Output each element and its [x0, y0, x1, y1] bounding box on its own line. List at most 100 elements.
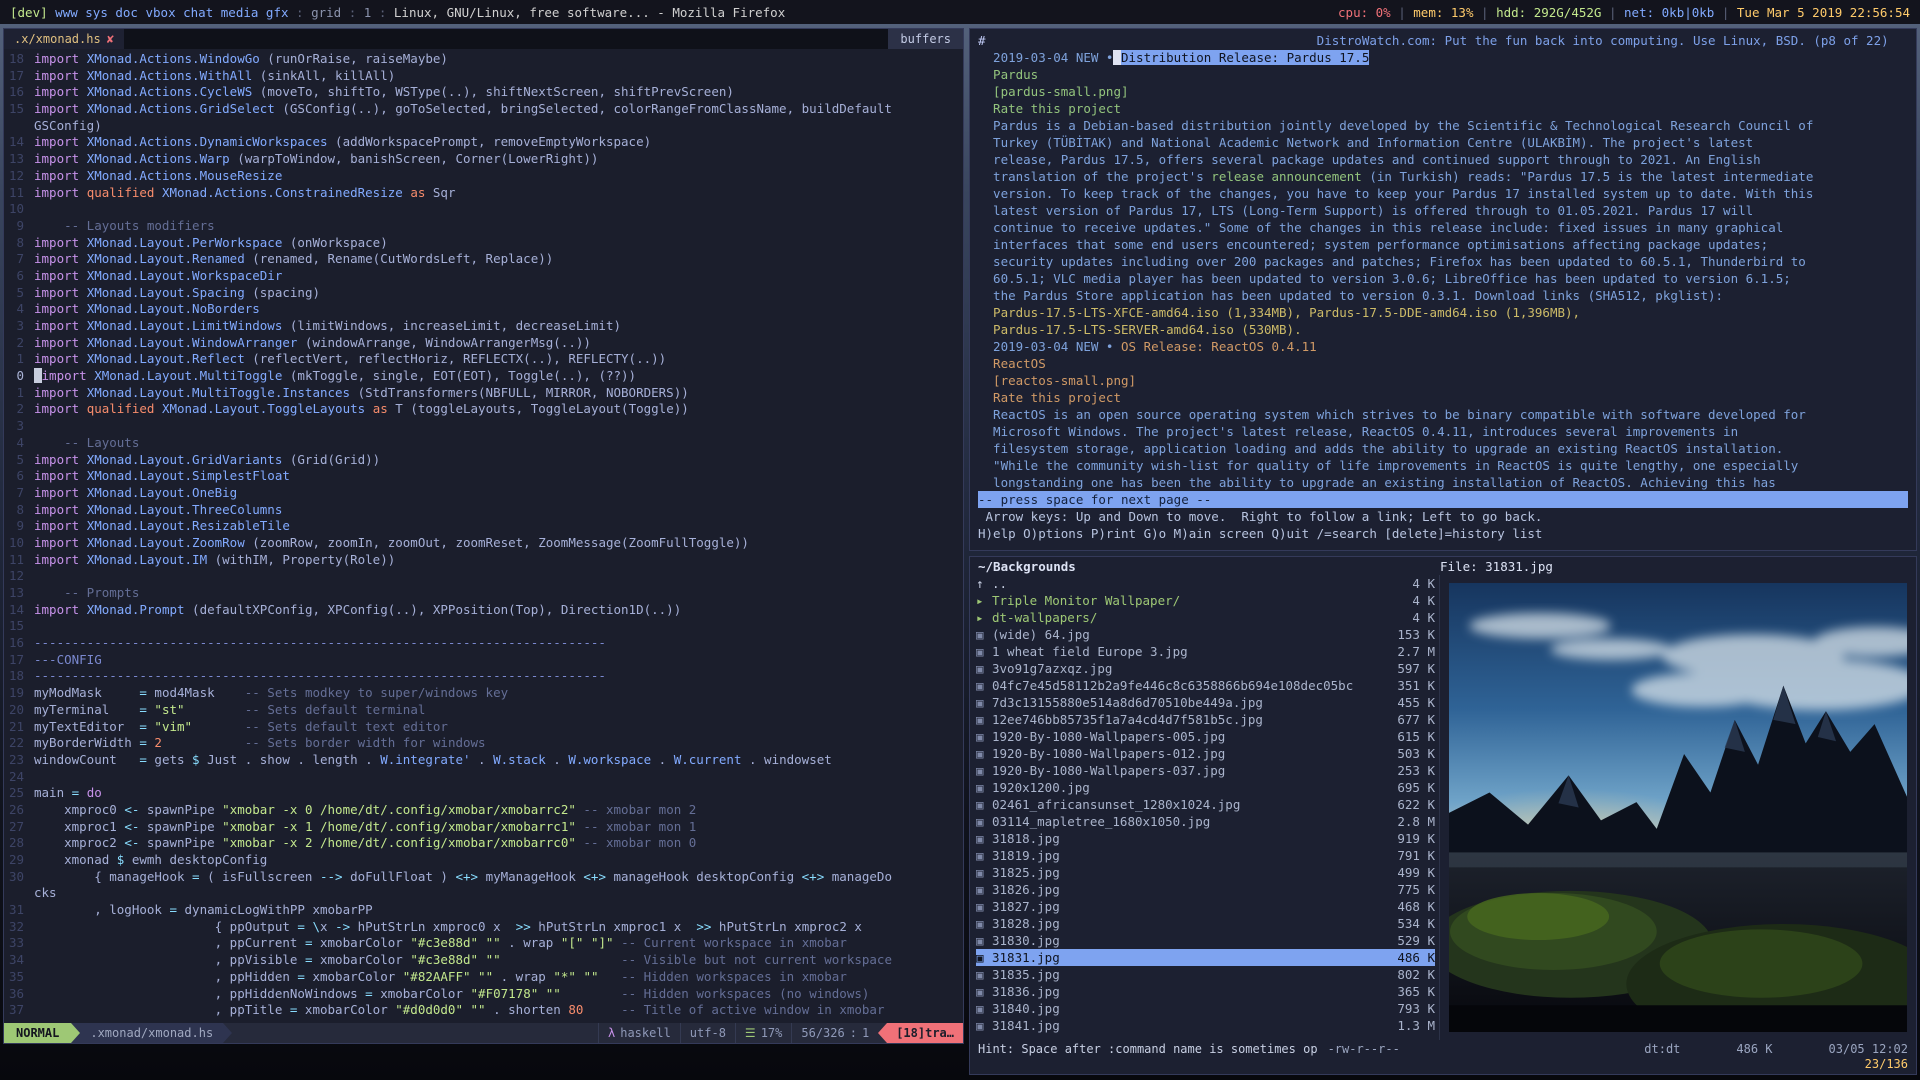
- file-size: 253 K: [1383, 762, 1435, 779]
- link[interactable]: [pardus-small.png]: [978, 84, 1129, 99]
- file-name: 31830.jpg: [992, 932, 1383, 949]
- link[interactable]: Distribution Release: Pardus 17.5: [1121, 50, 1369, 65]
- workspace-item[interactable]: sys: [78, 5, 108, 20]
- file-row[interactable]: ▣1 wheat field Europe 3.jpg2.7 M: [976, 643, 1435, 660]
- line-number: 17: [8, 652, 34, 669]
- browser-text: (in Turkish) reads: "Pardus 17.5 is the …: [1362, 169, 1814, 184]
- code-line: 1import XMonad.Layout.Reflect (reflectVe…: [8, 351, 963, 368]
- percent-label: 17%: [761, 1026, 783, 1040]
- buffers-label: buffers: [900, 32, 951, 46]
- file-row[interactable]: ▣02461_africansunset_1280x1024.jpg622 K: [976, 796, 1435, 813]
- file-row[interactable]: ▣31836.jpg365 K: [976, 983, 1435, 1000]
- file-row[interactable]: ▸dt-wallpapers/4 K: [976, 609, 1435, 626]
- browser-text: security updates including over 200 pack…: [978, 254, 1806, 269]
- workspace-item[interactable]: vbox: [138, 5, 176, 20]
- code-line: 17import XMonad.Actions.WithAll (sinkAll…: [8, 68, 963, 85]
- code-line: 35 , ppHidden = xmobarColor "#82AAFF" ""…: [8, 969, 963, 986]
- link[interactable]: Rate this project: [978, 101, 1121, 116]
- filemanager-body: ↑..4 K▸Triple Monitor Wallpaper/4 K▸dt-w…: [970, 575, 1916, 1040]
- workspace-item[interactable]: doc: [108, 5, 138, 20]
- line-number: 31: [8, 902, 34, 919]
- statusline-filename: .xmonad/xmonad.hs: [80, 1023, 223, 1043]
- link[interactable]: release announcement: [1211, 169, 1362, 184]
- file-row[interactable]: ▣1920-By-1080-Wallpapers-037.jpg253 K: [976, 762, 1435, 779]
- file-row[interactable]: ▣03114_mapletree_1680x1050.jpg2.8 M: [976, 813, 1435, 830]
- line-number: 11: [8, 185, 34, 202]
- colon-sep: :: [850, 1026, 857, 1040]
- file-size: 791 K: [1383, 847, 1435, 864]
- file-name: 31827.jpg: [992, 898, 1383, 915]
- file-row[interactable]: ▣31835.jpg802 K: [976, 966, 1435, 983]
- workspace-item[interactable]: www: [48, 5, 78, 20]
- editor-tab[interactable]: .x/xmonad.hs ✘: [4, 29, 124, 49]
- line-number: 6: [8, 468, 34, 485]
- file-row[interactable]: ▣31825.jpg499 K: [976, 864, 1435, 881]
- code-line: 37 , ppTitle = xmobarColor "#d0d0d0" "" …: [8, 1002, 963, 1019]
- file-row[interactable]: ▣31840.jpg793 K: [976, 1000, 1435, 1017]
- file-row[interactable]: ▣1920-By-1080-Wallpapers-012.jpg503 K: [976, 745, 1435, 762]
- file-row[interactable]: ▣1920-By-1080-Wallpapers-005.jpg615 K: [976, 728, 1435, 745]
- line-number: 8: [8, 235, 34, 252]
- line-number: 0: [8, 368, 34, 385]
- image-preview: [1449, 583, 1907, 1032]
- workspace-item[interactable]: media: [213, 5, 258, 20]
- file-row[interactable]: ▣31830.jpg529 K: [976, 932, 1435, 949]
- file-size: 486 K: [1383, 949, 1435, 966]
- buffers-button[interactable]: buffers: [888, 29, 963, 49]
- image-file-icon: ▣: [976, 762, 992, 779]
- browser-line: [reactos-small.png]: [978, 372, 1908, 389]
- topbar-separator: |: [1714, 5, 1737, 20]
- line-number: 11: [8, 552, 34, 569]
- link[interactable]: [reactos-small.png]: [978, 373, 1136, 388]
- image-file-icon: ▣: [976, 643, 992, 660]
- code-line: 29 xmonad $ ewmh desktopConfig: [8, 852, 963, 869]
- file-row[interactable]: ▣1920x1200.jpg695 K: [976, 779, 1435, 796]
- file-row[interactable]: ▣31819.jpg791 K: [976, 847, 1435, 864]
- file-row[interactable]: ▣(wide) 64.jpg153 K: [976, 626, 1435, 643]
- file-name: 1920-By-1080-Wallpapers-012.jpg: [992, 745, 1383, 762]
- file-row[interactable]: ▣04fc7e45d58112b2a9fe446c8c6358866b694e1…: [976, 677, 1435, 694]
- line-number: 10: [8, 201, 34, 218]
- file-row[interactable]: ▣7d3c13155880e514a8d6d70510be449a.jpg455…: [976, 694, 1435, 711]
- link[interactable]: OS Release: ReactOS 0.4.11: [1121, 339, 1317, 354]
- file-row[interactable]: ▣31826.jpg775 K: [976, 881, 1435, 898]
- file-row[interactable]: ▣31841.jpg1.3 M: [976, 1017, 1435, 1034]
- file-row[interactable]: ▣3vo91g7azxqz.jpg597 K: [976, 660, 1435, 677]
- line-number: 9: [8, 218, 34, 235]
- browser-line: continue to receive updates." Some of th…: [978, 219, 1908, 236]
- line-number: 12: [8, 568, 34, 585]
- file-list[interactable]: ↑..4 K▸Triple Monitor Wallpaper/4 K▸dt-w…: [970, 575, 1440, 1040]
- browser-text: 2019-03-04 NEW •: [978, 339, 1121, 354]
- file-row[interactable]: ▣31828.jpg534 K: [976, 915, 1435, 932]
- code-line: 13import XMonad.Actions.Warp (warpToWind…: [8, 151, 963, 168]
- file-name: 1920-By-1080-Wallpapers-005.jpg: [992, 728, 1383, 745]
- image-file-icon: ▣: [976, 694, 992, 711]
- code-line: 18import XMonad.Actions.WindowGo (runOrR…: [8, 51, 963, 68]
- file-name: 02461_africansunset_1280x1024.jpg: [992, 796, 1383, 813]
- line-number: 13: [8, 585, 34, 602]
- file-row[interactable]: ▣31831.jpg486 K: [976, 949, 1435, 966]
- image-preview-pane: [1440, 575, 1916, 1040]
- link[interactable]: Pardus-17.5-LTS-XFCE-amd64.iso (1,334MB)…: [978, 305, 1580, 320]
- file-row[interactable]: ▣31818.jpg919 K: [976, 830, 1435, 847]
- file-name: 31826.jpg: [992, 881, 1383, 898]
- file-row[interactable]: ▣12ee746bb85735f1a7a4cd4d7f581b5c.jpg677…: [976, 711, 1435, 728]
- browser-line: release, Pardus 17.5, offers several pac…: [978, 151, 1908, 168]
- image-file-icon: ▣: [976, 711, 992, 728]
- file-row[interactable]: ▣31827.jpg468 K: [976, 898, 1435, 915]
- code-area[interactable]: 18import XMonad.Actions.WindowGo (runOrR…: [4, 49, 963, 1023]
- file-row[interactable]: ▸Triple Monitor Wallpaper/4 K: [976, 592, 1435, 609]
- file-row[interactable]: ↑..4 K: [976, 575, 1435, 592]
- line-number: 14: [8, 134, 34, 151]
- workspace-item[interactable]: gfx: [258, 5, 288, 20]
- link[interactable]: ReactOS: [978, 356, 1046, 371]
- code-line: 2import qualified XMonad.Layout.ToggleLa…: [8, 401, 963, 418]
- filemanager-statusline: Hint: Space after :command name is somet…: [970, 1040, 1916, 1057]
- stat-item: Tue Mar 5 2019 22:56:54: [1737, 5, 1910, 20]
- link[interactable]: Pardus: [978, 67, 1038, 82]
- workspace-item[interactable]: chat: [176, 5, 214, 20]
- workspace-current[interactable]: [dev]: [10, 5, 48, 20]
- browser-text: #: [978, 33, 986, 48]
- link[interactable]: Rate this project: [978, 390, 1121, 405]
- link[interactable]: Pardus-17.5-LTS-SERVER-amd64.iso (530MB)…: [978, 322, 1302, 337]
